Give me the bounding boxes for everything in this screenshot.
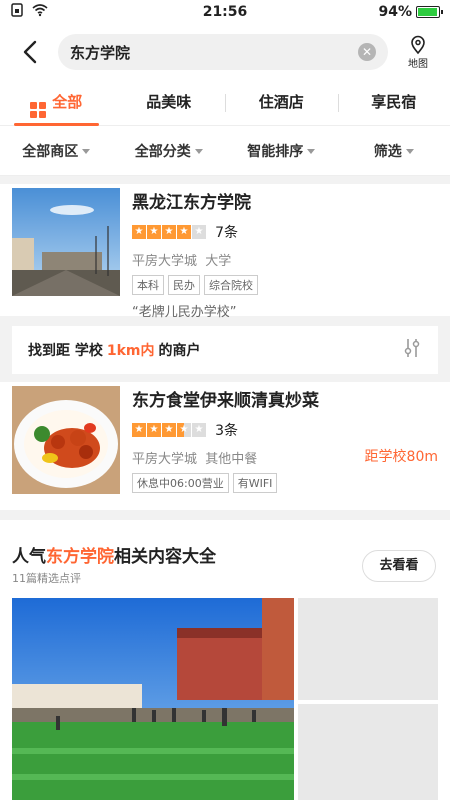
nearby-prefix: 找到距 学校	[28, 343, 103, 359]
star-icon: ★	[162, 224, 176, 239]
tab-all[interactable]: 全部	[0, 80, 113, 126]
grid-icon	[30, 101, 47, 118]
shop-tag: 有WIFI	[232, 472, 278, 493]
shop-tag: 休息中06:00营业	[132, 472, 229, 493]
filter-area[interactable]: 全部商区	[0, 141, 113, 161]
section-subtitle: 11篇精选点评	[12, 572, 81, 585]
shop-category: 大学	[205, 253, 232, 269]
battery-percent: 94%	[378, 4, 412, 20]
shop-tag: 综合院校	[204, 274, 258, 295]
filter-screen-label: 筛选	[373, 143, 402, 160]
shop-tag: 本科	[132, 274, 164, 295]
nearby-suffix: 的商户	[158, 343, 201, 359]
caret-down-icon	[82, 148, 91, 154]
shop-card-university[interactable]: 黑龙江东方学院 ★ ★ ★ ★ ★ 7条 平房大学城 大学 本科 民办 综合院校 “老牌…	[0, 184, 450, 320]
star-icon: ★	[132, 422, 146, 437]
map-pin-icon	[411, 35, 425, 54]
sliders-icon[interactable]	[402, 337, 422, 363]
caret-down-icon	[307, 148, 316, 154]
shop-name: 黑龙江东方学院	[132, 193, 251, 213]
map-button[interactable]: 地图	[398, 35, 438, 70]
filter-sort[interactable]: 智能排序	[225, 141, 338, 161]
section-title: 人气东方学院相关内容大全	[12, 542, 216, 567]
star-icon: ★	[177, 224, 191, 239]
shop-distance: 距学校80m	[364, 449, 438, 465]
shop-card-restaurant[interactable]: 东方食堂伊来顺清真炒菜 ★ ★ ★ ★ ★ 3条 平房大学城 其他中餐 休息中06:00…	[0, 382, 450, 510]
dish-photo	[12, 386, 120, 494]
nearby-distance: 1km内	[106, 343, 155, 359]
shop-location: 平房大学城	[132, 253, 198, 269]
star-icon: ★	[147, 224, 161, 239]
tab-homestay-label: 享民宿	[371, 92, 417, 111]
back-arrow-icon	[23, 40, 37, 64]
rating-stars: ★ ★ ★ ★ ★	[132, 224, 206, 239]
status-time: 21:56	[202, 4, 248, 20]
search-header: 东方学院 ✕ 地图	[0, 24, 450, 80]
section-title-highlight: 东方学院	[46, 547, 114, 567]
star-empty-icon: ★	[192, 224, 206, 239]
campus-photo[interactable]	[12, 598, 294, 800]
clear-icon[interactable]: ✕	[358, 43, 376, 61]
back-button[interactable]	[12, 32, 48, 72]
related-content-section: 人气东方学院相关内容大全 11篇精选点评 去看看	[0, 520, 450, 800]
review-count: 3条	[215, 422, 239, 439]
side-photo-bottom[interactable]	[298, 704, 438, 800]
shop-tag: 民办	[168, 274, 200, 295]
filter-sort-label: 智能排序	[247, 143, 304, 160]
caret-down-icon	[405, 148, 414, 154]
search-input[interactable]: 东方学院 ✕	[58, 34, 388, 70]
tab-hotel-label: 住酒店	[258, 92, 304, 111]
star-icon: ★	[162, 422, 176, 437]
category-tabs: 全部 品美味 住酒店 享民宿	[0, 80, 450, 126]
review-quote: “老牌儿民办学校”	[132, 304, 237, 320]
tab-hotel[interactable]: 住酒店	[225, 80, 338, 126]
star-empty-icon: ★	[192, 422, 206, 437]
shop-location: 平房大学城	[132, 451, 198, 467]
tab-homestay[interactable]: 享民宿	[337, 80, 450, 126]
battery-icon	[416, 6, 443, 18]
filter-screen[interactable]: 筛选	[338, 141, 450, 161]
filter-bar: 全部商区 全部分类 智能排序 筛选	[0, 126, 450, 176]
nearby-banner[interactable]: 找到距 学校 1km内 的商户	[12, 326, 438, 374]
shop-category: 其他中餐	[205, 451, 258, 467]
shop-name: 东方食堂伊来顺清真炒菜	[132, 391, 319, 411]
star-icon: ★	[132, 224, 146, 239]
filter-category[interactable]: 全部分类	[113, 141, 226, 161]
star-half-icon: ★	[177, 422, 191, 437]
section-title-suffix: 相关内容大全	[114, 547, 216, 567]
tab-all-label: 全部	[52, 92, 83, 111]
caret-down-icon	[194, 148, 203, 154]
status-bar: 21:56 94%	[0, 0, 450, 24]
tab-food-label: 品美味	[146, 92, 192, 111]
university-photo	[12, 188, 120, 296]
star-icon: ★	[147, 422, 161, 437]
section-title-prefix: 人气	[12, 547, 46, 567]
filter-category-label: 全部分类	[134, 143, 191, 160]
battery-level	[418, 8, 437, 16]
map-label: 地图	[408, 58, 428, 70]
filter-area-label: 全部商区	[22, 143, 79, 160]
sim-card-icon	[10, 3, 24, 21]
view-more-button[interactable]: 去看看	[362, 550, 436, 582]
review-count: 7条	[215, 224, 239, 241]
search-query: 东方学院	[70, 43, 131, 62]
tab-food[interactable]: 品美味	[113, 80, 226, 126]
rating-stars: ★ ★ ★ ★ ★	[132, 422, 206, 437]
side-photo-top[interactable]	[298, 598, 438, 700]
wifi-icon	[32, 3, 48, 21]
